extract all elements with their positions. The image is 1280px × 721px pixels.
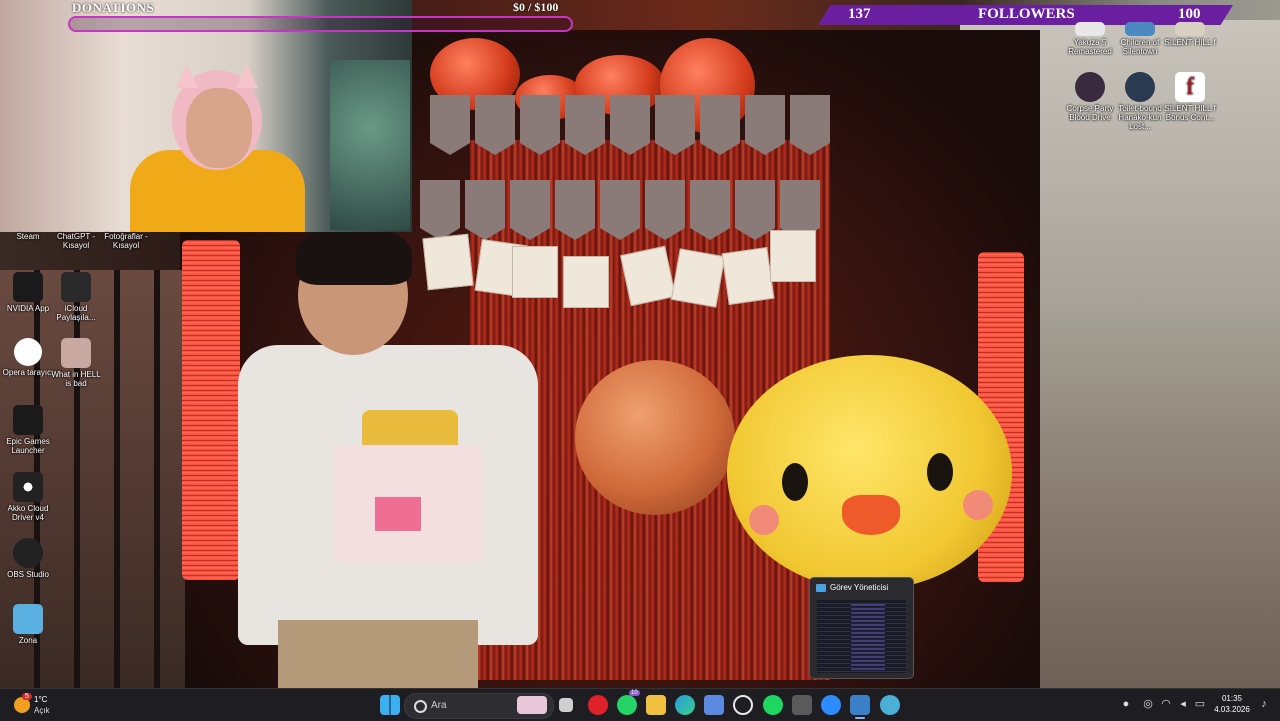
search-placeholder: Ara <box>431 700 447 711</box>
desktop-icon-chatgpt[interactable]: ChatGPT - Kısayol <box>48 232 104 250</box>
yakuza-icon <box>1075 22 1105 36</box>
game-icon[interactable] <box>792 695 812 715</box>
taillight-left <box>182 240 240 580</box>
obs-icon <box>13 538 43 568</box>
weather-temp: 1°C <box>34 695 48 704</box>
donations-progress-bar <box>68 16 573 32</box>
network-icon[interactable]: ◎ <box>1142 698 1154 710</box>
active-indicator <box>855 717 865 719</box>
desktop-icon-photos[interactable]: Fotoğraflar - Kısayol <box>98 232 154 250</box>
app-icon[interactable] <box>880 695 900 715</box>
desktop-icon-silent-hill-f[interactable]: SILENT HILL f <box>1162 22 1218 47</box>
desktop-icon-toilet-bound-hanako[interactable]: Toilet-bound Hanako-kun Lost... <box>1112 72 1168 131</box>
notification-bell-icon[interactable]: ♪ <box>1258 698 1270 710</box>
battery-icon[interactable]: ▭ <box>1194 698 1206 710</box>
silentown-icon <box>1125 22 1155 36</box>
desktop-icon-children-of-silentown[interactable]: Children of Silentown <box>1112 22 1168 56</box>
desktop-icon-epic-games[interactable]: Epic Games Launcher <box>0 405 56 455</box>
corpse-party-icon <box>1075 72 1105 102</box>
search-icon <box>414 700 427 713</box>
clock-date: 4.03.2026 <box>1214 705 1250 714</box>
desktop-icon-zona[interactable]: Zona <box>0 604 56 645</box>
widgets-icon <box>517 696 547 714</box>
game-icon <box>1125 72 1155 102</box>
followers-current: 137 <box>848 6 871 22</box>
task-manager-preview-title: Görev Yöneticisi <box>830 583 889 592</box>
desktop-icon-what-in-hell[interactable]: What in HELL is bad <box>48 338 104 388</box>
microphone-icon[interactable]: ● <box>1120 698 1132 710</box>
basketball-balloon <box>575 360 735 515</box>
icloud-icon <box>61 272 91 302</box>
nvidia-icon <box>13 272 43 302</box>
pennant-banner-top <box>420 95 860 185</box>
weather-condition: Açık <box>34 706 50 715</box>
game-icon <box>61 338 91 368</box>
desktop-icon-corpse-party[interactable]: Corpse Party Blood Drive <box>1062 72 1118 122</box>
whatsapp-badge: 10 <box>629 690 640 696</box>
epic-games-icon <box>13 405 43 435</box>
desktop-icon-silent-hill-bonus[interactable]: f SILENT HILL f Bonus Cont... <box>1162 72 1218 122</box>
spotify-icon[interactable] <box>763 695 783 715</box>
task-manager-icon <box>816 584 826 592</box>
cake-box <box>333 445 483 563</box>
donations-title: DONATIONS <box>72 0 155 15</box>
desktop-icon-akko[interactable]: Akko Cloud Driver v4 <box>0 472 56 522</box>
task-manager-thumbnail <box>817 600 906 673</box>
desktop-icon-obs[interactable]: OBS Studio <box>0 538 56 579</box>
file-explorer-icon[interactable] <box>646 695 666 715</box>
opera-icon <box>14 338 42 366</box>
task-view-icon[interactable] <box>559 698 573 712</box>
task-manager-icon[interactable] <box>850 695 870 715</box>
desktop-icon-icloud[interactable]: iCloud Paylaşıla... <box>48 272 104 322</box>
silent-hill-icon <box>1175 22 1205 36</box>
chick-balloon <box>727 355 1012 590</box>
zona-icon <box>13 604 43 634</box>
followers-goal: 100 <box>1178 6 1201 22</box>
whatsapp-icon[interactable]: 10 <box>617 690 640 715</box>
system-clock[interactable]: 01:35 4.03.2026 <box>1212 693 1252 715</box>
akko-icon <box>13 472 43 502</box>
chatgpt-icon[interactable] <box>733 695 753 715</box>
webcam-overlay <box>0 0 412 232</box>
zoom-icon[interactable] <box>821 695 841 715</box>
silent-hill-bonus-icon: f <box>1175 72 1205 102</box>
followers-label: FOLLOWERS <box>978 6 1075 22</box>
opera-icon[interactable] <box>588 695 608 715</box>
weather-badge: 5 <box>22 693 32 700</box>
desktop-icon-yakuza-5[interactable]: Yakuza 5 Remastered <box>1062 22 1118 56</box>
taskbar: 5 1°C Açık Ara 10 ● ◎ ◠ ◂ ▭ 01:35 4.03.2… <box>0 688 1280 721</box>
clock-time: 01:35 <box>1221 694 1243 703</box>
search-box[interactable]: Ara <box>404 693 554 719</box>
edge-icon[interactable] <box>675 695 695 715</box>
windows-start-icon[interactable] <box>380 695 400 715</box>
wifi-icon[interactable]: ◠ <box>1160 698 1172 710</box>
store-icon[interactable] <box>704 695 724 715</box>
volume-icon[interactable]: ◂ <box>1177 698 1189 710</box>
task-manager-preview[interactable]: Görev Yöneticisi <box>809 577 914 679</box>
donations-amount: $0 / $100 <box>513 0 559 14</box>
